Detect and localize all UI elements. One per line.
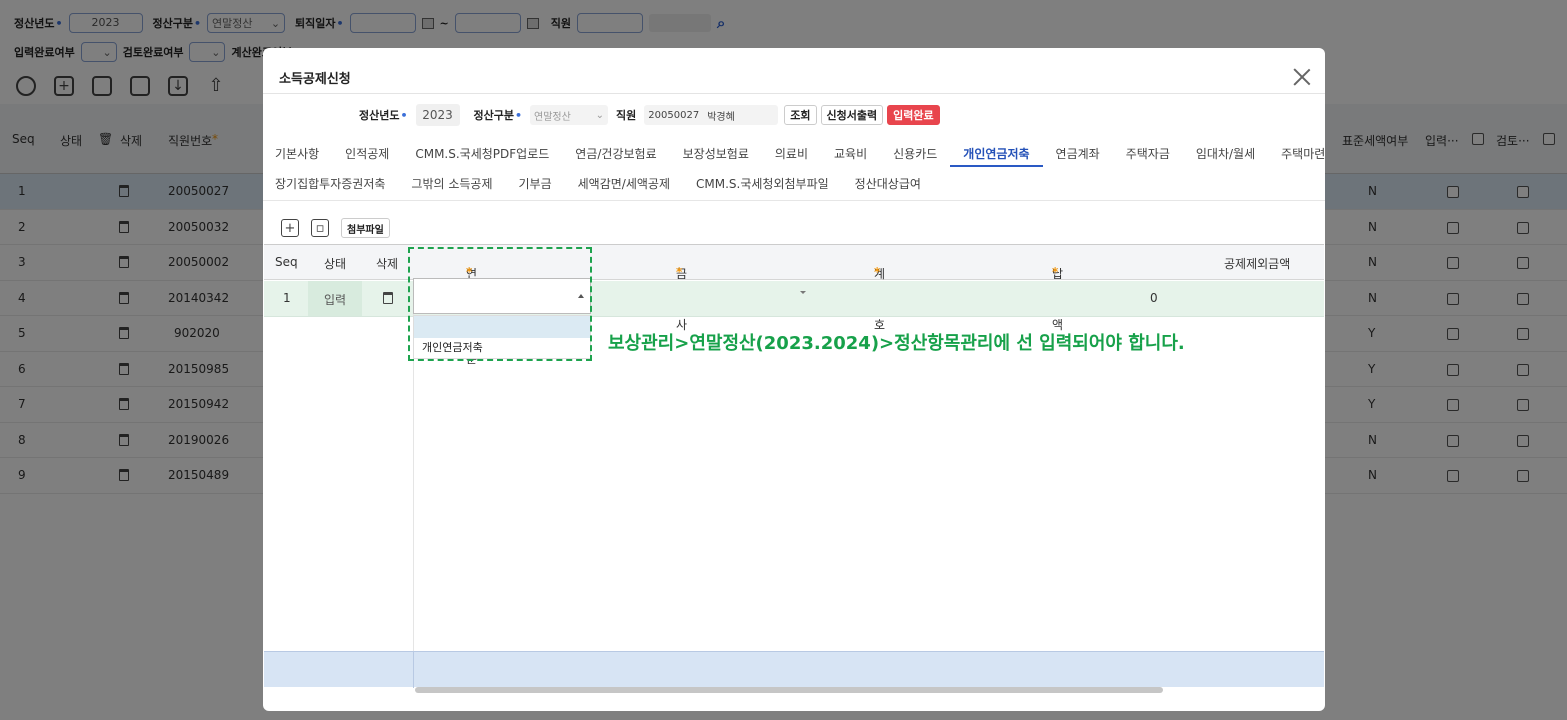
tab-pension-account[interactable]: 연금계좌 <box>1043 141 1113 167</box>
tab-donation[interactable]: 기부금 <box>506 171 565 197</box>
tab-housing-fund[interactable]: 주택자금 <box>1113 141 1183 167</box>
employee-field[interactable]: 20050027 박경혜 <box>644 105 779 125</box>
tab-bar-row-1: 기본사항 인적공제 CMM.S.국세청PDF업로드 연금/건강보험료 보장성보험… <box>275 141 1325 167</box>
tab-target-salary[interactable]: 정산대상급여 <box>842 171 934 197</box>
col-excluded-amount: 공제제외금액 <box>1224 257 1291 271</box>
chevron-up-icon <box>578 294 584 298</box>
tab-basic[interactable]: 기본사항 <box>275 141 332 167</box>
tab-credit-card[interactable]: 신용카드 <box>880 141 950 167</box>
type-value: 연말정산 <box>534 111 571 123</box>
pension-type-select[interactable] <box>413 278 591 314</box>
col-seq: Seq <box>275 255 298 269</box>
search-button[interactable]: 조회 <box>784 105 817 125</box>
tab-insurance[interactable]: 보장성보험료 <box>670 141 762 167</box>
chevron-down-icon[interactable] <box>800 291 806 294</box>
chevron-down-icon: ⌄ <box>595 109 605 121</box>
dropdown-option-empty[interactable] <box>414 316 590 338</box>
dropdown-option[interactable]: 개인연금저축 <box>414 338 590 358</box>
modal-search-bar: 정산년도 2023 정산구분 연말정산 ⌄ 직원 20050027 박경혜 조회 신… <box>359 104 940 126</box>
add-icon[interactable]: + <box>281 219 299 237</box>
cell-status: 입력 <box>324 293 347 307</box>
tab-medical[interactable]: 의료비 <box>762 141 821 167</box>
income-deduction-modal: 소득공제신청 정산년도 2023 정산구분 연말정산 ⌄ 직원 20050027 박… <box>263 48 1325 711</box>
grid-header: Seq 상태 삭제 연금저축구분* 금융회사* 계좌번호* 납입금액* 공제제외… <box>264 245 1324 366</box>
col-status: 상태 <box>324 257 347 271</box>
tab-bar-row-2: 장기집합투자증권저축 그밖의 소득공제 기부금 세액감면/세액공제 CMM.S.… <box>275 171 934 197</box>
col-delete: 삭제 <box>376 257 399 271</box>
year-input[interactable]: 2023 <box>415 104 460 126</box>
tab-other-deduction[interactable]: 그밖의 소득공제 <box>398 171 505 197</box>
tab-long-term-fund[interactable]: 장기집합투자증권저축 <box>275 171 398 197</box>
employee-name: 박경혜 <box>707 111 735 123</box>
horizontal-scrollbar[interactable] <box>415 687 1163 693</box>
grid-toolbar: + ▫ 첨부파일 <box>281 218 390 238</box>
employee-label: 직원 <box>616 109 637 122</box>
attachment-button[interactable]: 첨부파일 <box>341 218 390 238</box>
divider <box>263 200 1325 201</box>
modal-title: 소득공제신청 <box>279 72 351 87</box>
divider <box>413 652 414 688</box>
tab-nts-pdf-upload[interactable]: CMM.S.국세청PDF업로드 <box>402 141 562 167</box>
cell-seq: 1 <box>283 291 291 305</box>
tab-housing-savings[interactable]: 주택마련저축 <box>1268 141 1325 167</box>
tab-education[interactable]: 교육비 <box>821 141 880 167</box>
pension-savings-grid: Seq 상태 삭제 연금저축구분* 금융회사* 계좌번호* 납입금액* 공제제외… <box>264 244 1324 690</box>
type-select[interactable]: 연말정산 ⌄ <box>530 105 609 125</box>
grid-footer <box>264 651 1324 688</box>
trash-icon[interactable] <box>383 292 393 304</box>
cell-paid-amount: 0 <box>1150 291 1158 305</box>
year-label: 정산년도 <box>359 107 408 123</box>
save-icon[interactable]: ▫ <box>311 219 329 237</box>
close-icon[interactable] <box>1291 66 1313 88</box>
divider <box>263 93 1325 94</box>
pension-type-dropdown: 개인연금저축 <box>413 315 591 359</box>
type-label: 정산구분 <box>474 107 523 123</box>
tab-personal-deduction[interactable]: 인적공제 <box>332 141 402 167</box>
employee-number: 20050027 <box>648 109 700 121</box>
tab-tax-credit[interactable]: 세액감면/세액공제 <box>565 171 683 197</box>
tab-nts-other-attachment[interactable]: CMM.S.국세청외첨부파일 <box>683 171 842 197</box>
tab-personal-pension[interactable]: 개인연금저축 <box>950 141 1043 167</box>
annotation-note: 보상관리>연말정산(2023.2024)>정산항목관리에 선 입력되어야 합니다… <box>608 333 1185 354</box>
print-application-button[interactable]: 신청서출력 <box>820 105 884 125</box>
tab-rent[interactable]: 임대차/월세 <box>1183 141 1268 167</box>
tab-pension-health[interactable]: 연금/건강보험료 <box>562 141 669 167</box>
input-complete-button[interactable]: 입력완료 <box>887 105 940 125</box>
